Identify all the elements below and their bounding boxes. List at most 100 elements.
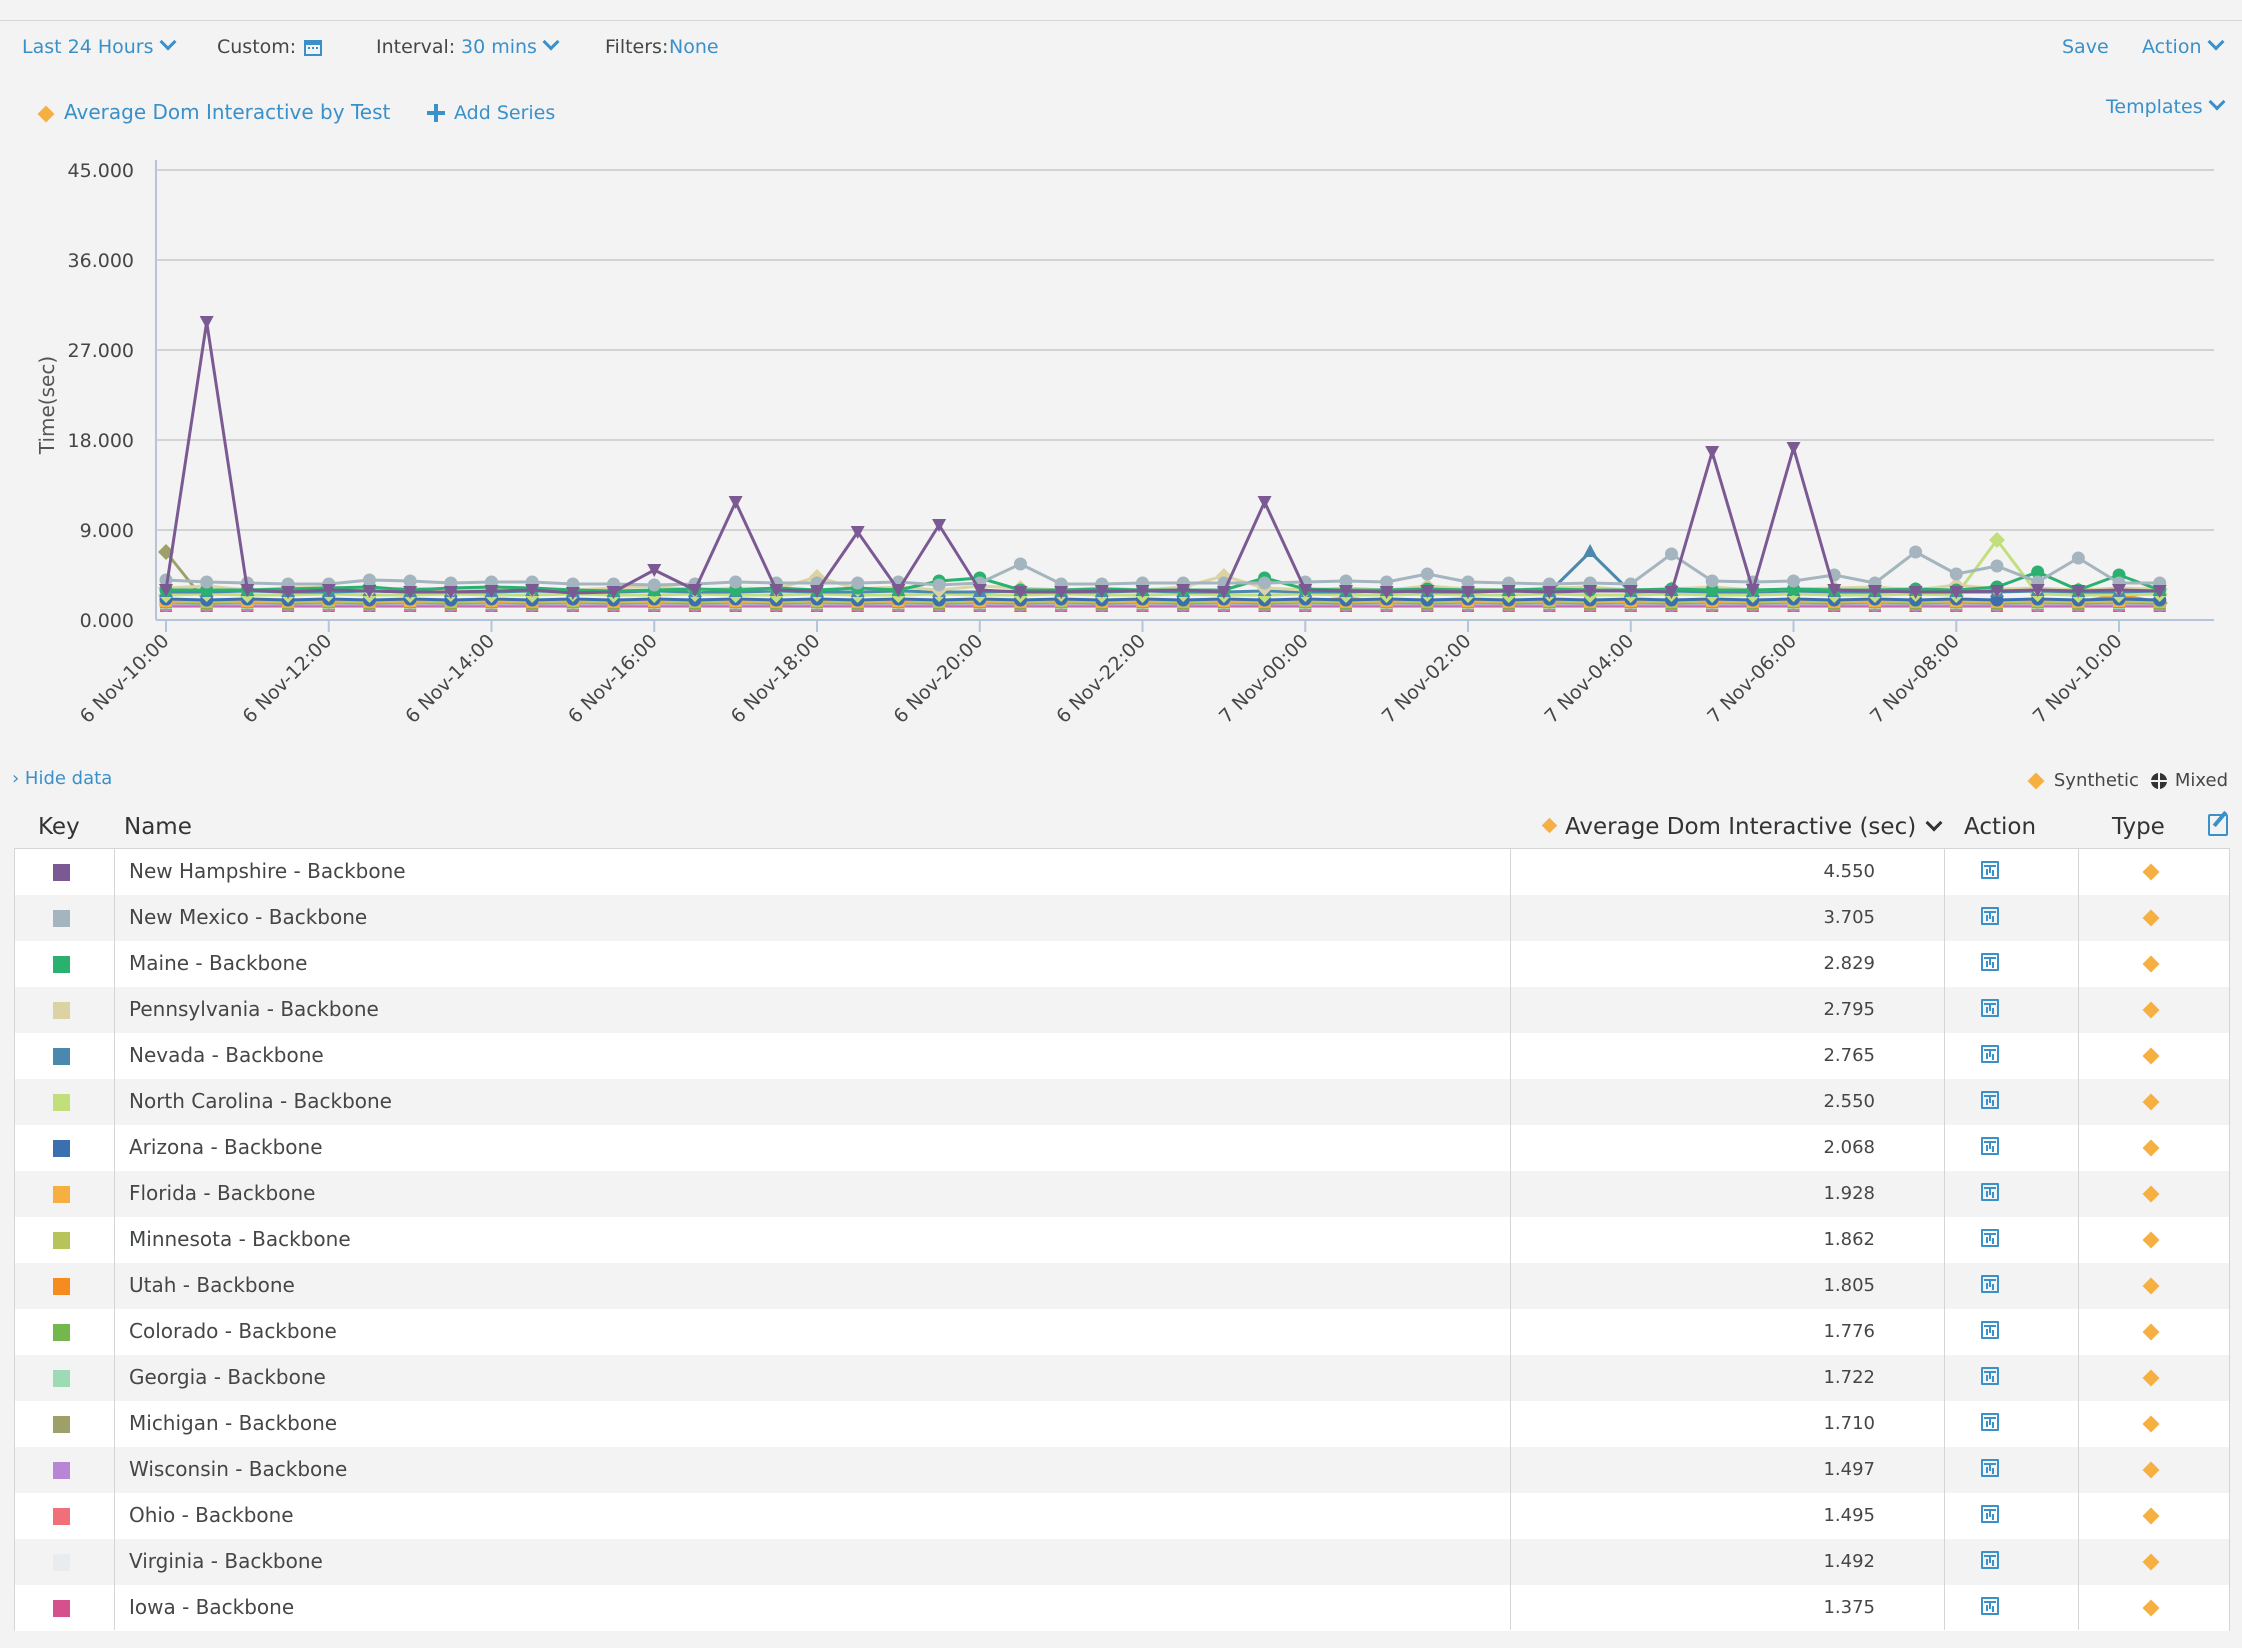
data-point[interactable] xyxy=(1786,442,1801,455)
column-name[interactable]: Name xyxy=(124,814,192,840)
data-point[interactable] xyxy=(1664,547,1678,561)
chart-action-icon[interactable] xyxy=(1981,1229,1999,1247)
interval-dropdown[interactable]: 30 mins xyxy=(461,33,560,58)
y-tick-label: 0.000 xyxy=(80,610,134,632)
chart-action-icon[interactable] xyxy=(1981,1505,1999,1523)
data-point[interactable] xyxy=(199,316,214,329)
table-row[interactable]: Nevada - Backbone 2.765 xyxy=(15,1033,2229,1079)
hide-data-link[interactable]: › Hide data xyxy=(12,768,112,789)
data-point[interactable] xyxy=(728,496,743,509)
row-value: 1.492 xyxy=(1823,1551,1875,1572)
data-table: New Hampshire - Backbone 4.550 New Mexico … xyxy=(14,848,2230,1631)
table-row[interactable]: Iowa - Backbone 1.375 xyxy=(15,1585,2229,1631)
table-row[interactable]: New Mexico - Backbone 3.705 xyxy=(15,895,2229,941)
data-point[interactable] xyxy=(1257,496,1272,509)
chart-action-icon[interactable] xyxy=(1981,1091,1999,1109)
row-value: 4.550 xyxy=(1823,861,1875,882)
data-point[interactable] xyxy=(1990,559,2004,573)
data-point[interactable] xyxy=(1258,576,1272,590)
series-color-swatch[interactable] xyxy=(53,1324,70,1341)
series-color-swatch[interactable] xyxy=(53,1462,70,1479)
series-color-swatch[interactable] xyxy=(53,910,70,927)
data-point[interactable] xyxy=(1787,574,1801,588)
series-color-swatch[interactable] xyxy=(53,1416,70,1433)
series-color-swatch[interactable] xyxy=(53,1278,70,1295)
chart-action-icon[interactable] xyxy=(1981,1367,1999,1385)
data-point[interactable] xyxy=(2071,551,2085,565)
edit-columns-icon[interactable] xyxy=(2208,814,2228,836)
table-row[interactable]: Florida - Backbone 1.928 xyxy=(15,1171,2229,1217)
data-point[interactable] xyxy=(1583,544,1598,557)
synthetic-legend-label: Synthetic xyxy=(2053,770,2139,791)
chart-action-icon[interactable] xyxy=(1981,907,1999,925)
data-point[interactable] xyxy=(200,575,214,589)
chart-action-icon[interactable] xyxy=(1981,1413,1999,1431)
table-row[interactable]: New Hampshire - Backbone 4.550 xyxy=(15,849,2229,895)
table-row[interactable]: Pennsylvania - Backbone 2.795 xyxy=(15,987,2229,1033)
table-row[interactable]: Colorado - Backbone 1.776 xyxy=(15,1309,2229,1355)
table-row[interactable]: Wisconsin - Backbone 1.497 xyxy=(15,1447,2229,1493)
chart-action-icon[interactable] xyxy=(1981,1459,1999,1477)
data-point[interactable] xyxy=(1705,446,1720,459)
data-point[interactable] xyxy=(729,575,743,589)
data-point[interactable] xyxy=(1705,574,1719,588)
data-point[interactable] xyxy=(851,576,865,590)
chart-action-icon[interactable] xyxy=(1981,1183,1999,1201)
chart-action-icon[interactable] xyxy=(1981,999,1999,1017)
series-new-hampshire-backbone[interactable] xyxy=(159,316,2167,600)
series-name-link[interactable]: Average Dom Interactive by Test xyxy=(64,100,390,124)
data-point[interactable] xyxy=(1420,567,1434,581)
data-point[interactable] xyxy=(1909,545,1923,559)
series-color-swatch[interactable] xyxy=(53,864,70,881)
series-color-swatch[interactable] xyxy=(53,1002,70,1019)
chart-action-icon[interactable] xyxy=(1981,1321,1999,1339)
series-color-swatch[interactable] xyxy=(53,1048,70,1065)
data-point[interactable] xyxy=(647,564,662,577)
save-button[interactable]: Save xyxy=(2062,36,2109,58)
data-point[interactable] xyxy=(1013,557,1027,571)
templates-dropdown[interactable]: Templates xyxy=(2106,93,2226,118)
data-point[interactable] xyxy=(362,573,376,587)
table-row[interactable]: Michigan - Backbone 1.710 xyxy=(15,1401,2229,1447)
table-row[interactable]: North Carolina - Backbone 2.550 xyxy=(15,1079,2229,1125)
chart-action-icon[interactable] xyxy=(1981,1045,1999,1063)
series-color-swatch[interactable] xyxy=(53,1554,70,1571)
series-color-swatch[interactable] xyxy=(53,1140,70,1157)
table-row[interactable]: Ohio - Backbone 1.495 xyxy=(15,1493,2229,1539)
series-new-mexico-backbone[interactable] xyxy=(159,545,2167,592)
data-point[interactable] xyxy=(403,574,417,588)
plus-icon[interactable] xyxy=(427,104,445,122)
series-color-swatch[interactable] xyxy=(53,956,70,973)
time-range-dropdown[interactable]: Last 24 Hours xyxy=(22,33,176,58)
add-series-button[interactable]: Add Series xyxy=(454,102,555,124)
chart-action-icon[interactable] xyxy=(1981,1597,1999,1615)
data-point[interactable] xyxy=(1949,567,1963,581)
filters-label: Filters: xyxy=(605,36,669,58)
table-row[interactable]: Georgia - Backbone 1.722 xyxy=(15,1355,2229,1401)
series-color-swatch[interactable] xyxy=(53,1094,70,1111)
column-metric-sort[interactable]: Average Dom Interactive (sec) xyxy=(1541,814,1943,840)
series-color-swatch[interactable] xyxy=(53,1370,70,1387)
table-row[interactable]: Virginia - Backbone 1.492 xyxy=(15,1539,2229,1585)
table-row[interactable]: Maine - Backbone 2.829 xyxy=(15,941,2229,987)
table-row[interactable]: Arizona - Backbone 2.068 xyxy=(15,1125,2229,1171)
chart-action-icon[interactable] xyxy=(1981,1275,1999,1293)
calendar-icon[interactable] xyxy=(304,40,322,56)
chart-action-icon[interactable] xyxy=(1981,1137,1999,1155)
chart-action-icon[interactable] xyxy=(1981,861,1999,879)
table-row[interactable]: Utah - Backbone 1.805 xyxy=(15,1263,2229,1309)
filters-value-link[interactable]: None xyxy=(669,36,719,58)
chart-action-icon[interactable] xyxy=(1981,1551,1999,1569)
series-color-swatch[interactable] xyxy=(53,1600,70,1617)
chart-action-icon[interactable] xyxy=(1981,953,1999,971)
line-chart[interactable]: 45.000 36.000 27.000 18.000 9.000 0.000 Time(… xyxy=(0,150,2242,750)
row-name: Georgia - Backbone xyxy=(129,1365,326,1389)
data-point[interactable] xyxy=(647,578,661,592)
series-color-swatch[interactable] xyxy=(53,1508,70,1525)
action-dropdown[interactable]: Action xyxy=(2142,33,2225,58)
synthetic-type-icon xyxy=(2142,1093,2160,1111)
data-point[interactable] xyxy=(932,578,946,592)
series-color-swatch[interactable] xyxy=(53,1232,70,1249)
series-color-swatch[interactable] xyxy=(53,1186,70,1203)
table-row[interactable]: Minnesota - Backbone 1.862 xyxy=(15,1217,2229,1263)
